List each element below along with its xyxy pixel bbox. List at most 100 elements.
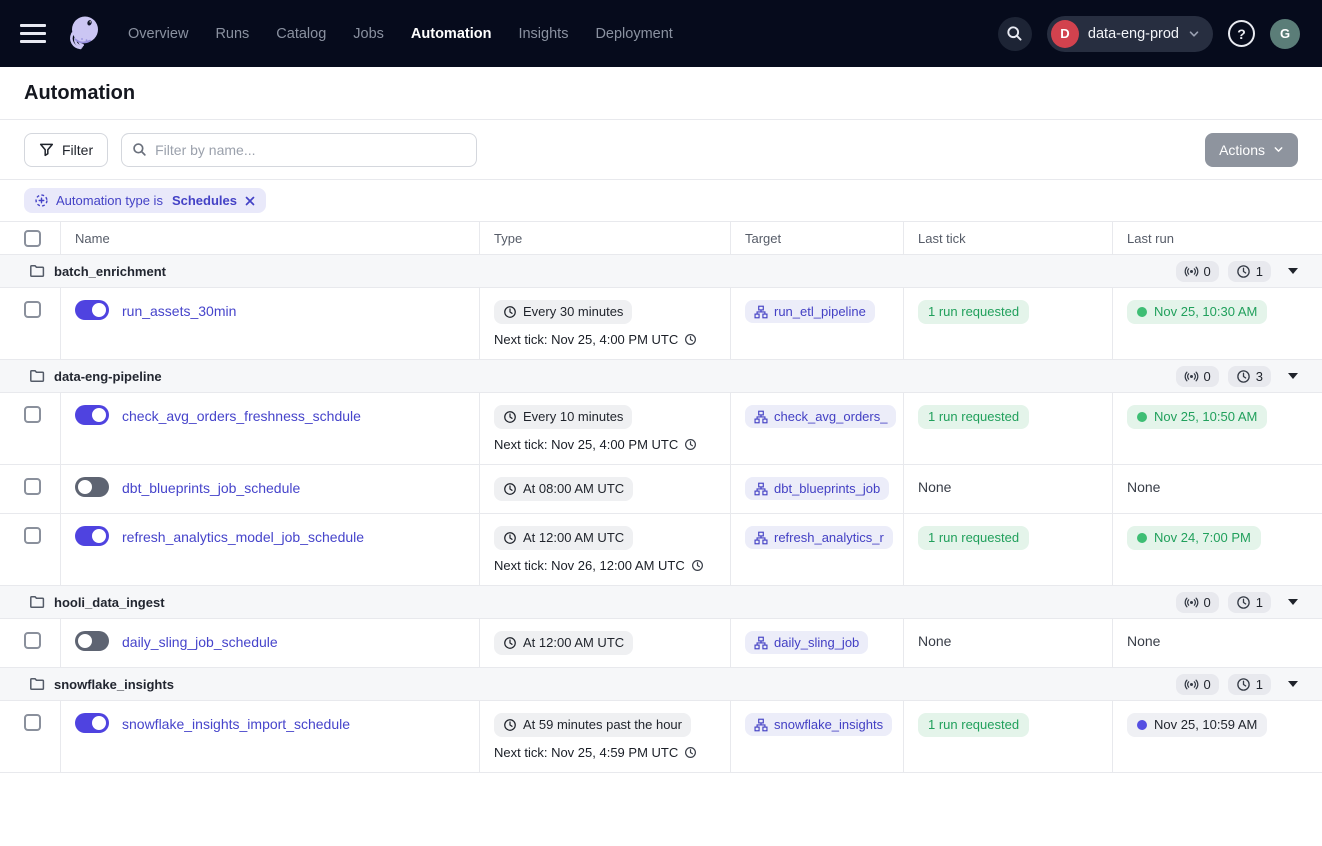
- schedule-type-badge: Every 10 minutes: [494, 405, 632, 429]
- target-link[interactable]: run_etl_pipeline: [745, 300, 875, 323]
- nav-item-automation[interactable]: Automation: [411, 26, 492, 42]
- clock-icon: [684, 438, 697, 451]
- row-checkbox[interactable]: [24, 301, 41, 318]
- next-tick-text: Next tick: Nov 26, 12:00 AM UTC: [494, 558, 685, 573]
- automation-condition-icon: [34, 193, 49, 208]
- filter-button-label: Filter: [62, 142, 93, 158]
- target-link[interactable]: daily_sling_job: [745, 631, 868, 654]
- search-button[interactable]: [998, 17, 1032, 51]
- schedule-type-badge: At 12:00 AM UTC: [494, 526, 633, 550]
- schedule-type-badge-label: At 59 minutes past the hour: [523, 717, 682, 733]
- next-tick-text: Next tick: Nov 25, 4:00 PM UTC: [494, 332, 678, 347]
- row-checkbox[interactable]: [24, 632, 41, 649]
- last-run-value[interactable]: Nov 25, 10:30 AM: [1127, 300, 1267, 324]
- user-avatar[interactable]: G: [1270, 19, 1300, 49]
- target-label: daily_sling_job: [774, 635, 859, 650]
- automation-type-filter-chip[interactable]: Automation type is Schedules: [24, 188, 266, 213]
- schedule-name-link[interactable]: dbt_blueprints_job_schedule: [122, 477, 300, 498]
- schedule-row: daily_sling_job_schedule At 12:00 AM UTC…: [0, 619, 1322, 668]
- automations-table: Name Type Target Last tick Last run batc…: [0, 222, 1322, 773]
- schedule-toggle[interactable]: [75, 713, 109, 733]
- page-header: Automation: [0, 67, 1322, 120]
- nav-item-overview[interactable]: Overview: [128, 26, 188, 42]
- select-all-checkbox[interactable]: [24, 230, 41, 247]
- schedule-count-badge: 1: [1228, 674, 1271, 695]
- sensor-icon: [1184, 677, 1199, 692]
- clock-icon: [503, 305, 517, 319]
- code-location-group-row[interactable]: snowflake_insights 0 1: [0, 668, 1322, 701]
- row-checkbox[interactable]: [24, 478, 41, 495]
- target-link[interactable]: refresh_analytics_r: [745, 526, 893, 549]
- run-status-dot: [1137, 307, 1147, 317]
- schedule-toggle[interactable]: [75, 405, 109, 425]
- deployment-switcher[interactable]: D data-eng-prod: [1047, 16, 1213, 52]
- row-checkbox[interactable]: [24, 714, 41, 731]
- last-run-text: Nov 25, 10:59 AM: [1154, 717, 1257, 733]
- collapse-caret-icon[interactable]: [1288, 681, 1298, 687]
- schedule-row: run_assets_30min Every 30 minutes Next t…: [0, 288, 1322, 360]
- sensor-count-badge: 0: [1176, 674, 1219, 695]
- row-checkbox[interactable]: [24, 527, 41, 544]
- target-label: snowflake_insights: [774, 717, 883, 732]
- schedule-toggle[interactable]: [75, 526, 109, 546]
- job-graph-icon: [754, 636, 768, 650]
- sensor-count: 0: [1204, 264, 1211, 279]
- sensor-count-badge: 0: [1176, 261, 1219, 282]
- schedule-count-badge: 1: [1228, 592, 1271, 613]
- last-run-value[interactable]: Nov 24, 7:00 PM: [1127, 526, 1261, 550]
- sensor-count: 0: [1204, 595, 1211, 610]
- last-tick-value: 1 run requested: [918, 526, 1029, 550]
- toolbar: Filter Actions: [0, 120, 1322, 180]
- schedule-name-link[interactable]: check_avg_orders_freshness_schdule: [122, 405, 361, 426]
- sensor-count: 0: [1204, 369, 1211, 384]
- schedule-type-badge-label: Every 30 minutes: [523, 304, 623, 320]
- target-link[interactable]: check_avg_orders_: [745, 405, 896, 428]
- menu-icon[interactable]: [20, 24, 46, 43]
- actions-button[interactable]: Actions: [1205, 133, 1298, 167]
- row-checkbox[interactable]: [24, 406, 41, 423]
- collapse-caret-icon[interactable]: [1288, 373, 1298, 379]
- nav-item-catalog[interactable]: Catalog: [276, 26, 326, 42]
- schedule-toggle[interactable]: [75, 300, 109, 320]
- code-location-group-row[interactable]: data-eng-pipeline 0 3: [0, 360, 1322, 393]
- chevron-down-icon: [1188, 28, 1200, 40]
- last-tick-value: None: [918, 631, 951, 651]
- schedule-toggle[interactable]: [75, 477, 109, 497]
- clock-icon: [503, 718, 517, 732]
- sensor-icon: [1184, 595, 1199, 610]
- schedule-name-link[interactable]: snowflake_insights_import_schedule: [122, 713, 350, 734]
- code-location-group-row[interactable]: hooli_data_ingest 0 1: [0, 586, 1322, 619]
- name-filter-input[interactable]: [121, 133, 477, 167]
- collapse-caret-icon[interactable]: [1288, 268, 1298, 274]
- nav-item-insights[interactable]: Insights: [518, 26, 568, 42]
- schedule-name-link[interactable]: run_assets_30min: [122, 300, 236, 321]
- last-run-text: Nov 25, 10:30 AM: [1154, 304, 1257, 320]
- code-location-group-row[interactable]: batch_enrichment 0 1: [0, 255, 1322, 288]
- help-icon[interactable]: ?: [1228, 20, 1255, 47]
- deployment-badge: D: [1051, 20, 1079, 48]
- chevron-down-icon: [1273, 144, 1284, 155]
- schedule-name-link[interactable]: refresh_analytics_model_job_schedule: [122, 526, 364, 547]
- nav-item-deployment[interactable]: Deployment: [595, 26, 672, 42]
- remove-filter-icon[interactable]: [244, 195, 256, 207]
- job-graph-icon: [754, 305, 768, 319]
- target-link[interactable]: snowflake_insights: [745, 713, 892, 736]
- nav-item-runs[interactable]: Runs: [215, 26, 249, 42]
- filter-button[interactable]: Filter: [24, 133, 108, 167]
- target-link[interactable]: dbt_blueprints_job: [745, 477, 889, 500]
- last-run-value[interactable]: Nov 25, 10:50 AM: [1127, 405, 1267, 429]
- top-nav: Overview Runs Catalog Jobs Automation In…: [0, 0, 1322, 67]
- last-run-value[interactable]: Nov 25, 10:59 AM: [1127, 713, 1267, 737]
- sensor-count: 0: [1204, 677, 1211, 692]
- last-run-text: Nov 24, 7:00 PM: [1154, 530, 1251, 546]
- folder-icon: [29, 594, 45, 610]
- nav-item-jobs[interactable]: Jobs: [353, 26, 384, 42]
- schedule-toggle[interactable]: [75, 631, 109, 651]
- page-title: Automation: [24, 82, 1298, 105]
- run-status-dot: [1137, 720, 1147, 730]
- collapse-caret-icon[interactable]: [1288, 599, 1298, 605]
- schedule-name-link[interactable]: daily_sling_job_schedule: [122, 631, 278, 652]
- dagster-logo-icon[interactable]: [62, 12, 106, 56]
- next-tick: Next tick: Nov 25, 4:00 PM UTC: [494, 437, 720, 452]
- schedule-type-badge-label: Every 10 minutes: [523, 409, 623, 425]
